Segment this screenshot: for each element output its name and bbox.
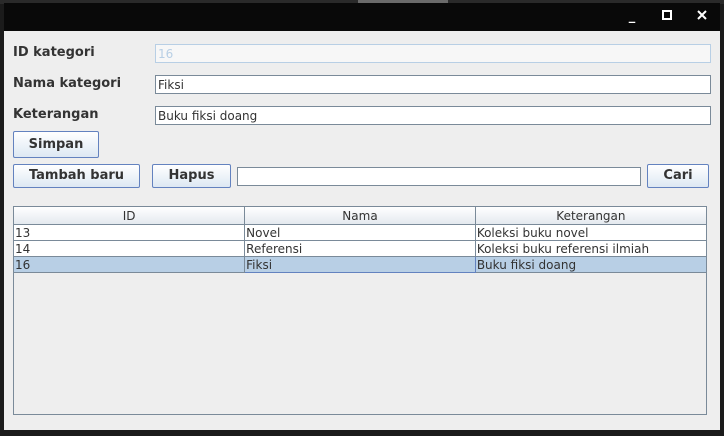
cell-id[interactable]: 14 [14,240,246,257]
cell-keterangan[interactable]: Koleksi buku referensi ilmiah [474,240,706,257]
column-header-keterangan[interactable]: Keterangan [474,207,706,225]
description-label: Keterangan [13,107,99,122]
delete-button[interactable]: Hapus [152,164,231,188]
column-header-nama[interactable]: Nama [244,207,476,225]
name-label: Nama kategori [13,76,122,91]
table-row-selected[interactable]: 16 Fiksi Buku fiksi doang [14,256,706,273]
category-table[interactable]: ID Nama Keterangan 13 Novel Koleksi buku… [13,206,707,415]
cell-id[interactable]: 16 [14,256,246,273]
main-panel: ID kategori Nama kategori Keterangan Sim… [4,31,720,430]
description-field[interactable] [155,106,711,125]
cell-nama[interactable]: Referensi [244,240,476,257]
cell-nama[interactable]: Novel [244,224,476,241]
cell-keterangan[interactable]: Koleksi buku novel [474,224,706,241]
cell-id[interactable]: 13 [14,224,246,241]
table-header-row: ID Nama Keterangan [14,207,706,225]
search-button[interactable]: Cari [647,164,709,188]
id-label: ID kategori [13,45,95,60]
cell-nama-focused[interactable]: Fiksi [244,256,476,273]
close-icon[interactable] [694,9,710,25]
cell-keterangan[interactable]: Buku fiksi doang [474,256,706,273]
column-header-id[interactable]: ID [14,207,246,225]
window-titlebar[interactable]: _ [4,3,720,31]
add-new-button[interactable]: Tambah baru [13,164,140,188]
close-x-icon [697,10,707,20]
search-input[interactable] [237,167,641,186]
table-row[interactable]: 13 Novel Koleksi buku novel [14,224,706,241]
id-field [155,44,711,63]
save-button[interactable]: Simpan [13,131,99,158]
minimize-icon[interactable]: _ [624,9,640,25]
table-row[interactable]: 14 Referensi Koleksi buku referensi ilmi… [14,240,706,257]
maximize-square-icon [662,10,672,20]
maximize-icon[interactable] [659,9,675,25]
name-field[interactable] [155,75,711,94]
